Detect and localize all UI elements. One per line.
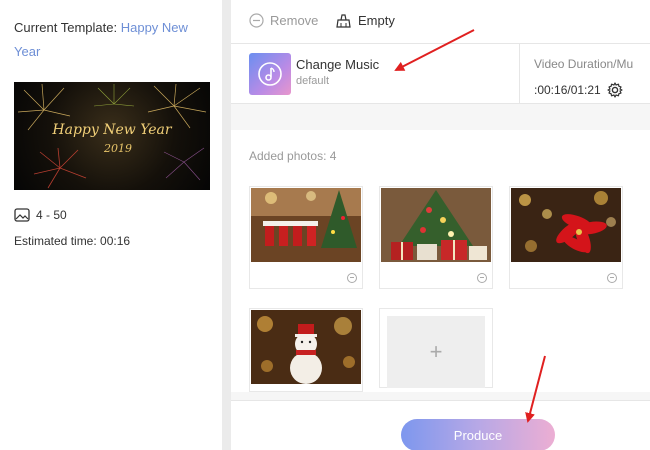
image-icon — [14, 208, 30, 222]
plus-icon: + — [429, 339, 443, 364]
remove-photo-icon[interactable] — [347, 273, 357, 283]
empty-label: Empty — [358, 13, 395, 28]
music-row: Change Music default Video Duration/Mu :… — [231, 44, 650, 104]
editor-panel: Remove Empty Change Music default Video … — [231, 0, 650, 450]
duration-label: Video Duration/Mu — [534, 57, 634, 71]
thumbnail-year: 2019 — [103, 142, 132, 155]
photos-area: Added photos: 4 + — [231, 130, 650, 392]
duration-value-row: :00:16/01:21 — [534, 82, 623, 98]
estimated-time: Estimated time: 00:16 — [14, 234, 131, 248]
music-note-icon — [258, 62, 282, 86]
broom-icon — [336, 14, 351, 28]
divider — [519, 44, 520, 104]
remove-label: Remove — [270, 13, 319, 28]
photo-card[interactable] — [249, 186, 363, 289]
gear-icon[interactable] — [607, 82, 623, 98]
photo-stockings — [251, 188, 361, 262]
photo-range-text: 4 - 50 — [36, 208, 67, 222]
duration-value: :00:16/01:21 — [534, 83, 601, 97]
photo-poinsettia — [511, 188, 621, 262]
photo-range: 4 - 50 — [14, 208, 67, 222]
remove-photo-icon[interactable] — [477, 273, 487, 283]
template-thumbnail[interactable]: Happy New Year 2019 — [14, 82, 210, 190]
change-music-label[interactable]: Change Music — [296, 57, 379, 72]
thumbnail-title: Happy New Year — [51, 122, 172, 138]
toolbar: Remove Empty — [231, 0, 650, 44]
remove-button[interactable]: Remove — [249, 13, 318, 28]
app-window: Current Template: Happy New Year Happy N… — [0, 0, 650, 450]
current-template: Current Template: Happy New Year — [14, 16, 214, 64]
remove-photo-icon[interactable] — [607, 273, 617, 283]
added-photos-label: Added photos: 4 — [249, 149, 337, 163]
photo-snowman — [251, 310, 361, 384]
empty-button[interactable]: Empty — [335, 13, 395, 28]
footer-bar: Produce — [231, 400, 650, 450]
photo-card[interactable] — [379, 186, 493, 289]
music-subtitle: default — [296, 75, 330, 87]
photo-tree-gifts — [381, 188, 491, 262]
fireworks-image: Happy New Year 2019 — [17, 83, 207, 189]
change-music-button[interactable] — [249, 53, 291, 95]
produce-button[interactable]: Produce — [401, 419, 555, 450]
photo-card[interactable] — [509, 186, 623, 289]
photo-card[interactable] — [249, 308, 363, 392]
template-panel: Current Template: Happy New Year Happy N… — [0, 0, 222, 450]
add-photo-tile: + — [387, 316, 485, 388]
current-template-label: Current Template: — [14, 20, 118, 35]
minus-circle-icon — [249, 13, 264, 28]
add-photo-button[interactable]: + — [379, 308, 493, 388]
